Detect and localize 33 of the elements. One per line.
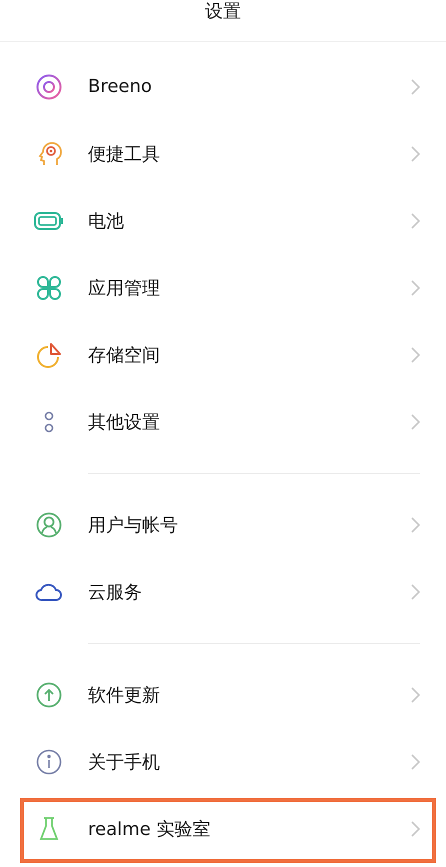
chevron-icon [410,146,420,162]
battery-icon [34,212,64,230]
settings-item[interactable]: realme 实验室 [0,795,446,862]
chevron-icon [410,212,420,228]
settings-item[interactable]: 其他设置 [0,388,446,455]
ring-icon [36,74,62,100]
chevron-icon [410,280,420,296]
chevron-icon [410,78,420,94]
page-title: 设置 [204,0,242,24]
chevron-icon [410,414,420,430]
chevron-icon [410,754,420,770]
head-icon [36,140,62,166]
chevron-icon [410,820,420,836]
info-icon [36,748,62,774]
settings-item[interactable]: 电池 [0,187,446,254]
apps-icon [36,274,62,300]
settings-item[interactable]: 用户与帐号 [0,491,446,558]
pie-chart-icon [36,342,62,368]
settings-item[interactable]: 云服务 [0,558,446,625]
settings-item[interactable]: 存储空间 [0,321,446,388]
dots-icon [43,410,55,434]
settings-item[interactable]: 应用管理 [0,254,446,321]
chevron-icon [410,346,420,362]
settings-item[interactable]: Breeno [0,53,446,120]
flask-icon [38,816,60,842]
user-icon [36,512,62,538]
settings-item[interactable]: 软件更新 [0,661,446,728]
chevron-icon [410,516,420,532]
chevron-icon [410,584,420,600]
chevron-icon [410,686,420,702]
upload-icon [36,682,62,708]
settings-item[interactable]: 关于手机 [0,728,446,795]
settings-item[interactable]: 便捷工具 [0,120,446,187]
